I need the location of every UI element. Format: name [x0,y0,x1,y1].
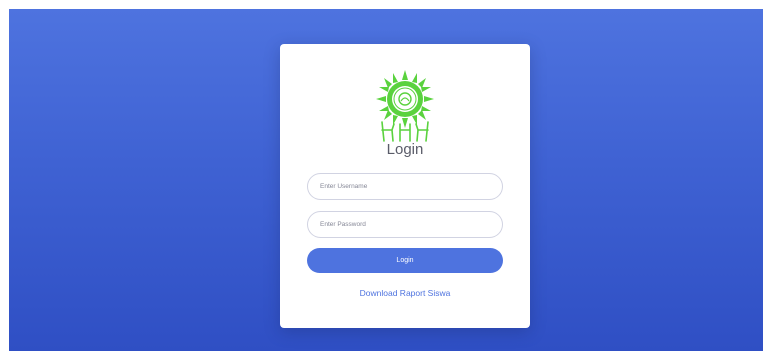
password-input[interactable] [307,211,503,238]
username-input[interactable] [307,173,503,200]
login-button[interactable]: Login [307,248,503,273]
download-raport-link[interactable]: Download Raport Siswa [280,288,530,298]
login-card: Login Login Download Raport Siswa [280,44,530,328]
school-emblem-logo-icon [376,70,434,142]
login-title: Login [386,141,424,158]
page-background: Login Login Download Raport Siswa [9,9,763,351]
